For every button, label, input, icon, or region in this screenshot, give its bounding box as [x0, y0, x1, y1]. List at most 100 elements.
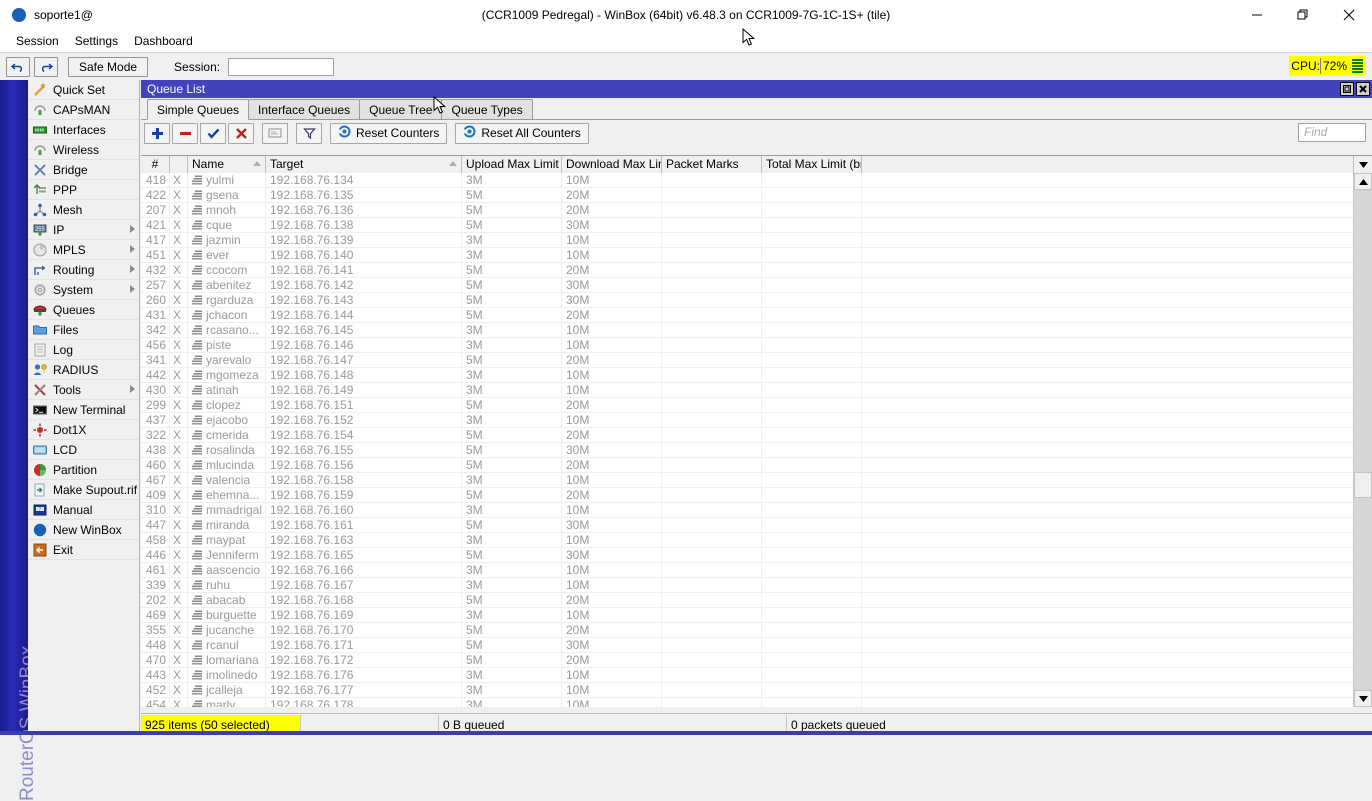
sidebar-item-ppp[interactable]: PPP — [28, 180, 139, 200]
menu-session[interactable]: Session — [8, 32, 67, 50]
sidebar-item-system[interactable]: System — [28, 280, 139, 300]
sidebar-item-mesh[interactable]: Mesh — [28, 200, 139, 220]
queue-table-body[interactable]: 418Xyulmi192.168.76.1343M10M422Xgsena192… — [141, 173, 1353, 707]
table-row[interactable]: 446XJenniferm192.168.76.1655M30M — [141, 548, 1353, 563]
table-row[interactable]: 422Xgsena192.168.76.1355M20M — [141, 188, 1353, 203]
table-row[interactable]: 437Xejacobo192.168.76.1523M10M — [141, 413, 1353, 428]
column-header-packet-marks[interactable]: Packet Marks — [662, 156, 762, 173]
table-row[interactable]: 454Xmarly192.168.76.1783M10M — [141, 698, 1353, 707]
table-row[interactable]: 341Xyarevalo192.168.76.1475M20M — [141, 353, 1353, 368]
table-row[interactable]: 417Xjazmin192.168.76.1393M10M — [141, 233, 1353, 248]
table-row[interactable]: 418Xyulmi192.168.76.1343M10M — [141, 173, 1353, 188]
column-header-download-max-limit[interactable]: Download Max Limit — [562, 156, 662, 173]
table-row[interactable]: 355Xjucanche192.168.76.1705M20M — [141, 623, 1353, 638]
queue-close-button[interactable] — [1356, 82, 1370, 96]
vertical-scrollbar[interactable] — [1353, 173, 1372, 707]
scrollbar-track[interactable] — [1354, 190, 1372, 690]
table-row[interactable]: 202Xabacab192.168.76.1685M20M — [141, 593, 1353, 608]
tab-simple-queues[interactable]: Simple Queues — [147, 99, 249, 120]
remove-queue-button[interactable] — [172, 123, 198, 144]
minimize-button[interactable] — [1234, 0, 1280, 30]
sidebar-item-capsman[interactable]: CAPsMAN — [28, 100, 139, 120]
table-row[interactable]: 257Xabenitez192.168.76.1425M30M — [141, 278, 1353, 293]
reset-counters-button[interactable]: Reset Counters — [330, 123, 447, 144]
enable-queue-button[interactable] — [200, 123, 226, 144]
sidebar-item-lcd[interactable]: LCD — [28, 440, 139, 460]
table-row[interactable]: 260Xrgarduza192.168.76.1435M30M — [141, 293, 1353, 308]
column-header-flag[interactable] — [170, 156, 188, 173]
column-header-num[interactable]: # — [141, 156, 170, 173]
add-queue-button[interactable] — [144, 123, 170, 144]
table-row[interactable]: 467Xvalencia192.168.76.1583M10M — [141, 473, 1353, 488]
scroll-down-button[interactable] — [1354, 690, 1372, 707]
table-row[interactable]: 456Xpiste192.168.76.1463M10M — [141, 338, 1353, 353]
table-row[interactable]: 452Xjcalleja192.168.76.1773M10M — [141, 683, 1353, 698]
tab-interface-queues[interactable]: Interface Queues — [248, 99, 360, 119]
table-row[interactable]: 470Xlomariana192.168.76.1725M20M — [141, 653, 1353, 668]
table-row[interactable]: 310Xmmadrigal192.168.76.1603M10M — [141, 503, 1353, 518]
column-header-name[interactable]: Name — [188, 156, 266, 173]
disable-queue-button[interactable] — [228, 123, 254, 144]
sidebar-item-make-supout[interactable]: Make Supout.rif — [28, 480, 139, 500]
close-button[interactable] — [1326, 0, 1372, 30]
table-row[interactable]: 430Xatinah192.168.76.1493M10M — [141, 383, 1353, 398]
sidebar-item-wireless[interactable]: Wireless — [28, 140, 139, 160]
table-row[interactable]: 460Xmlucinda192.168.76.1565M20M — [141, 458, 1353, 473]
table-row[interactable]: 322Xcmerida192.168.76.1545M20M — [141, 428, 1353, 443]
table-row[interactable]: 207Xmnoh192.168.76.1365M20M — [141, 203, 1353, 218]
maximize-button[interactable] — [1280, 0, 1326, 30]
undo-button[interactable] — [6, 57, 30, 77]
sidebar-item-routing[interactable]: Routing — [28, 260, 139, 280]
tab-queue-tree[interactable]: Queue Tree — [359, 99, 442, 119]
table-row[interactable]: 447Xmiranda192.168.76.1615M30M — [141, 518, 1353, 533]
sidebar-item-radius[interactable]: RADIUS — [28, 360, 139, 380]
sidebar-item-mpls[interactable]: MPLS — [28, 240, 139, 260]
table-row[interactable]: 438Xrosalinda192.168.76.1555M30M — [141, 443, 1353, 458]
sidebar-item-bridge[interactable]: Bridge — [28, 160, 139, 180]
filter-button[interactable] — [296, 123, 322, 144]
table-row[interactable]: 442Xmgomeza192.168.76.1483M10M — [141, 368, 1353, 383]
table-row[interactable]: 409Xehemna...192.168.76.1595M20M — [141, 488, 1353, 503]
sidebar-item-interfaces[interactable]: Interfaces — [28, 120, 139, 140]
table-row[interactable]: 448Xrcanul192.168.76.1715M30M — [141, 638, 1353, 653]
comment-button[interactable] — [262, 123, 288, 144]
column-header-target[interactable]: Target — [266, 156, 462, 173]
column-header-upload-max-limit[interactable]: Upload Max Limit — [462, 156, 562, 173]
table-row[interactable]: 461Xaascencio192.168.76.1663M10M — [141, 563, 1353, 578]
table-row[interactable]: 432Xccocom192.168.76.1415M20M — [141, 263, 1353, 278]
scrollbar-thumb[interactable] — [1354, 472, 1372, 498]
sidebar-item-files[interactable]: Files — [28, 320, 139, 340]
sidebar-item-quick-set[interactable]: Quick Set — [28, 80, 139, 100]
sidebar-item-log[interactable]: Log — [28, 340, 139, 360]
find-input[interactable]: Find — [1298, 123, 1366, 142]
table-row[interactable]: 451Xever192.168.76.1403M10M — [141, 248, 1353, 263]
sidebar-item-new-terminal[interactable]: New Terminal — [28, 400, 139, 420]
session-input[interactable] — [228, 58, 334, 76]
tab-queue-types[interactable]: Queue Types — [441, 99, 532, 119]
sidebar-item-exit[interactable]: Exit — [28, 540, 139, 560]
table-row[interactable]: 339Xruhu192.168.76.1673M10M — [141, 578, 1353, 593]
sidebar-item-dot1x[interactable]: Dot1X — [28, 420, 139, 440]
reset-all-counters-button[interactable]: Reset All Counters — [455, 123, 588, 144]
sidebar-item-tools[interactable]: Tools — [28, 380, 139, 400]
safe-mode-button[interactable]: Safe Mode — [68, 57, 148, 77]
queue-restore-button[interactable] — [1340, 82, 1354, 96]
sidebar-item-ip[interactable]: 255 IP — [28, 220, 139, 240]
table-row[interactable]: 469Xburguette192.168.76.1693M10M — [141, 608, 1353, 623]
column-chooser-button[interactable] — [1353, 156, 1372, 173]
column-header-total-max-limit[interactable]: Total Max Limit (bi... — [762, 156, 862, 173]
scroll-up-button[interactable] — [1354, 173, 1372, 190]
table-row[interactable]: 458Xmaypat192.168.76.1633M10M — [141, 533, 1353, 548]
sidebar-item-new-winbox[interactable]: New WinBox — [28, 520, 139, 540]
sidebar-item-partition[interactable]: Partition — [28, 460, 139, 480]
table-row[interactable]: 421Xcque192.168.76.1385M30M — [141, 218, 1353, 233]
sidebar-item-manual[interactable]: ? Manual — [28, 500, 139, 520]
table-row[interactable]: 342Xrcasano...192.168.76.1453M10M — [141, 323, 1353, 338]
redo-button[interactable] — [34, 57, 58, 77]
menu-dashboard[interactable]: Dashboard — [126, 32, 201, 50]
table-row[interactable]: 299Xclopez192.168.76.1515M20M — [141, 398, 1353, 413]
table-row[interactable]: 443Ximolinedo192.168.76.1763M10M — [141, 668, 1353, 683]
menu-settings[interactable]: Settings — [67, 32, 126, 50]
sidebar-item-queues[interactable]: Queues — [28, 300, 139, 320]
table-row[interactable]: 431Xjchacon192.168.76.1445M20M — [141, 308, 1353, 323]
